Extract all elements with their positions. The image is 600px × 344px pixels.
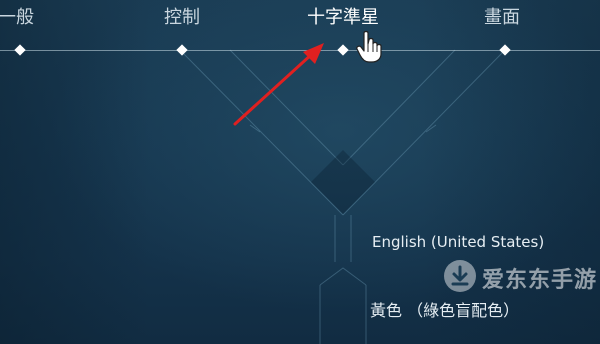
watermark: 爱东东手游 xyxy=(442,256,598,296)
tab-crosshair[interactable]: 十字準星 xyxy=(297,4,389,32)
download-logo-icon xyxy=(444,260,476,292)
watermark-text: 爱东东手游 xyxy=(482,268,598,293)
hand-pointer-icon xyxy=(356,30,382,63)
tab-controls[interactable]: 控制 xyxy=(150,4,214,32)
crosshair-settings-screen: 一般 控制 十字準星 畫面 English (United States) 黃色… xyxy=(0,0,600,344)
language-value[interactable]: English (United States) xyxy=(372,232,544,252)
tab-video[interactable]: 畫面 xyxy=(470,4,534,32)
crosshair-color-value[interactable]: 黃色 （綠色盲配色） xyxy=(370,300,519,322)
tab-general[interactable]: 一般 xyxy=(0,4,46,32)
